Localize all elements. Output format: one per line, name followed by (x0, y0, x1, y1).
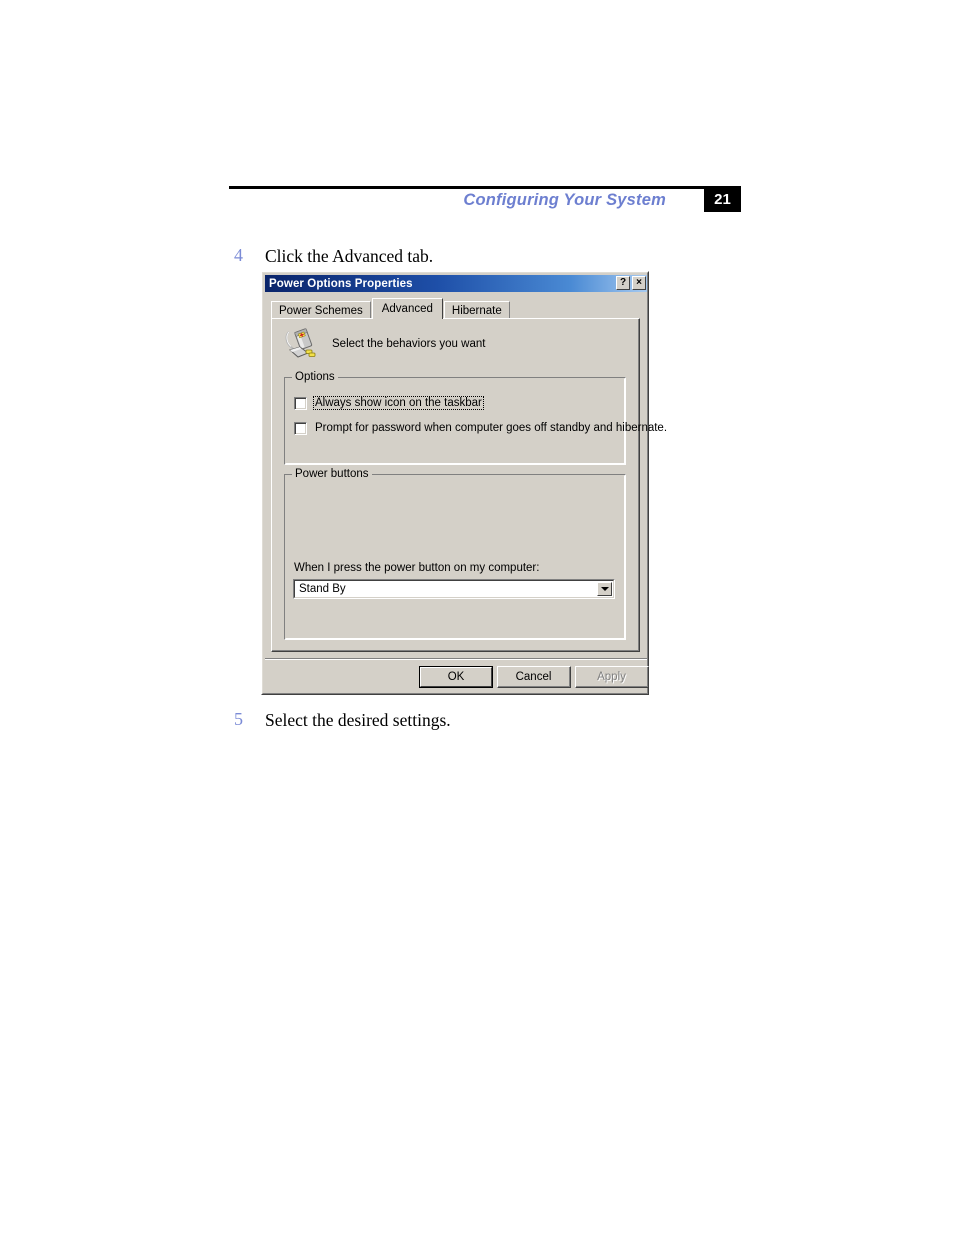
tab-power-schemes[interactable]: Power Schemes (271, 301, 371, 319)
panel-caption: Select the behaviors you want (332, 338, 486, 350)
panel-header: Select the behaviors you want (284, 327, 624, 365)
chevron-down-icon[interactable] (597, 582, 612, 596)
power-buttons-groupbox: Power buttons When I press the power but… (284, 468, 626, 640)
cancel-button[interactable]: Cancel (497, 666, 571, 688)
power-button-combo-value: Stand By (299, 583, 346, 595)
checkbox-row-prompt-for-password[interactable]: Prompt for password when computer goes o… (294, 421, 669, 435)
power-button-combo-label: When I press the power button on my comp… (294, 562, 540, 574)
step-number: 5 (234, 709, 243, 729)
button-bar-separator (265, 658, 647, 660)
power-buttons-groupbox-legend: Power buttons (292, 468, 372, 480)
power-button-combo-inner: Stand By (294, 580, 614, 598)
dialog-inner-bevel: Power Options Properties ? × Power Schem… (262, 272, 667, 694)
tab-advanced[interactable]: Advanced (371, 298, 443, 319)
options-groupbox: Options Always show icon on the taskbar … (284, 371, 667, 465)
power-button-combo[interactable]: Stand By (293, 579, 615, 599)
step-number: 4 (234, 245, 243, 265)
power-options-properties-dialog: Power Options Properties ? × Power Schem… (261, 271, 667, 695)
power-plug-icon (285, 328, 316, 358)
tab-hibernate[interactable]: Hibernate (443, 301, 510, 319)
checkbox-label-always-show-icon[interactable]: Always show icon on the taskbar (313, 396, 484, 410)
apply-button: Apply (575, 666, 649, 688)
checkbox-row-always-show-icon[interactable]: Always show icon on the taskbar (294, 396, 484, 410)
tabstrip: Power Schemes Advanced Hibernate (271, 298, 511, 319)
checkbox-label-prompt-for-password[interactable]: Prompt for password when computer goes o… (313, 421, 669, 435)
page-header: Configuring Your System 21 (229, 186, 741, 220)
dialog-title: Power Options Properties (269, 277, 413, 290)
help-icon[interactable]: ? (616, 276, 630, 290)
options-groupbox-legend: Options (292, 371, 338, 383)
ok-button[interactable]: OK (419, 666, 493, 688)
page-title: Configuring Your System (463, 191, 666, 209)
header-rule (229, 186, 712, 189)
tab-panel-bevel: Select the behaviors you want Options Al… (272, 319, 667, 651)
titlebar-button-group: ? × (616, 276, 646, 290)
tab-panel-advanced: Select the behaviors you want Options Al… (271, 318, 667, 652)
step-text: Select the desired settings. (265, 710, 451, 730)
step-text: Click the Advanced tab. (265, 246, 434, 266)
checkbox-prompt-for-password[interactable] (294, 421, 307, 435)
page-number-badge: 21 (704, 186, 741, 212)
close-icon[interactable]: × (632, 276, 646, 290)
checkbox-always-show-icon[interactable] (294, 396, 307, 410)
dialog-titlebar[interactable]: Power Options Properties ? × (265, 275, 647, 292)
